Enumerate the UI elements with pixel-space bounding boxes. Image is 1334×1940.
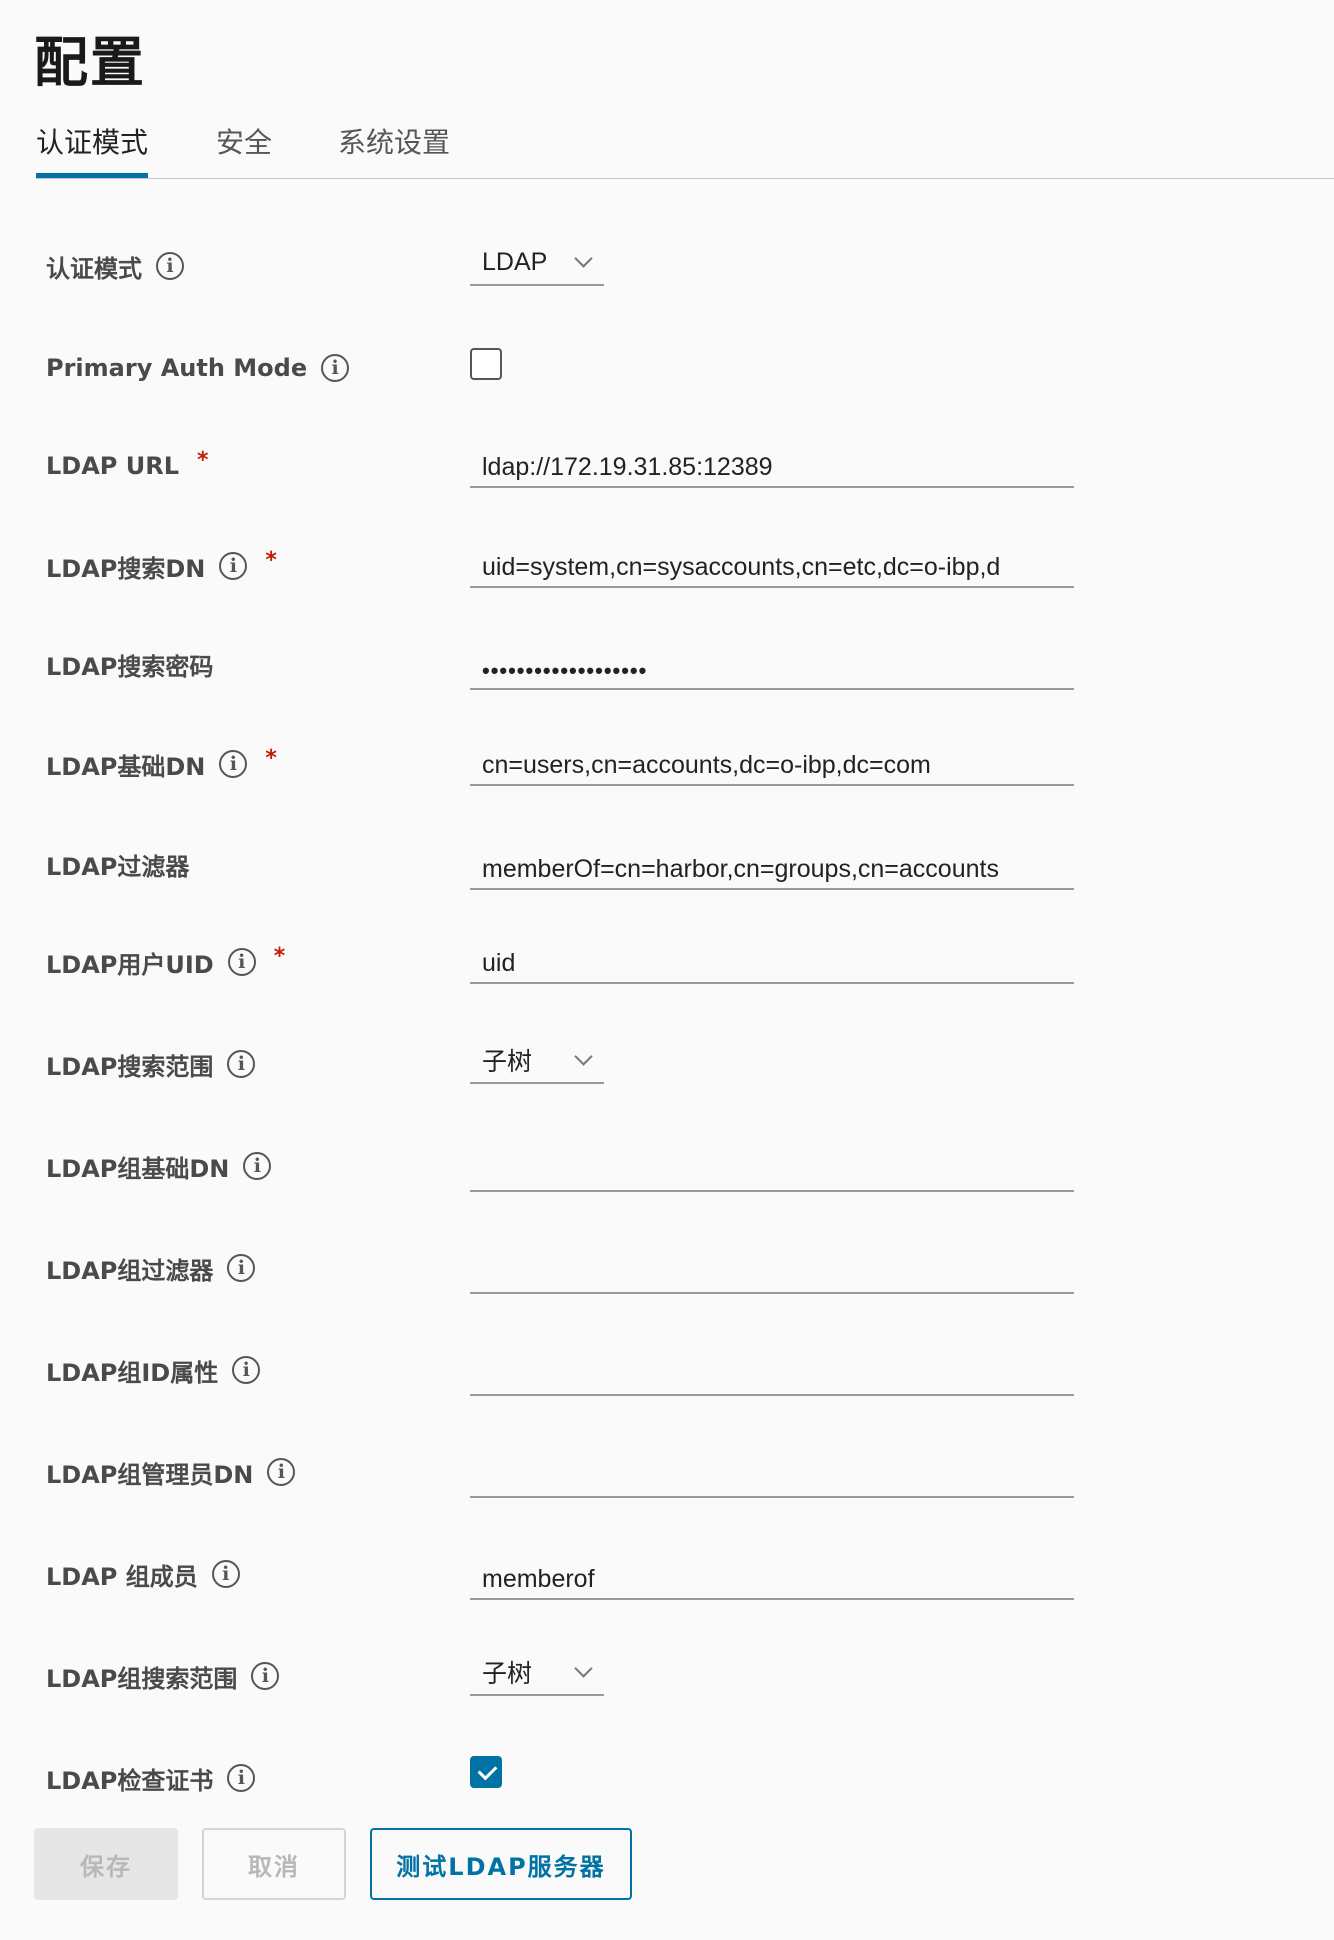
form-row-auth-mode: 认证模式 i LDAP	[0, 236, 1334, 296]
ldap-filter-input[interactable]: memberOf=cn=harbor,cn=groups,cn=accounts	[470, 846, 1074, 890]
ldap-search-password-input[interactable]: •••••••••••••••••••	[470, 646, 1074, 690]
ldap-group-scope-select[interactable]: 子树	[470, 1650, 604, 1696]
required-marker: *	[265, 547, 277, 573]
form-row-ldap-group-gid: LDAP组ID属性 i	[0, 1340, 1334, 1400]
save-button[interactable]: 保存	[34, 1828, 178, 1900]
chevron-down-icon	[574, 248, 593, 268]
chevron-down-icon	[574, 1046, 593, 1066]
info-icon[interactable]: i	[211, 1560, 240, 1588]
ldap-group-admin-dn-label: LDAP组管理员DN	[46, 1460, 254, 1489]
form-row-ldap-base-dn: LDAP基础DN i * cn=users,cn=accounts,dc=o-i…	[0, 734, 1334, 794]
ldap-search-password-label: LDAP搜索密码	[46, 652, 214, 681]
ldap-scope-label: LDAP搜索范围	[46, 1052, 214, 1081]
test-ldap-server-button[interactable]: 测试LDAP服务器	[370, 1828, 632, 1900]
info-icon[interactable]: i	[243, 1152, 272, 1180]
info-icon[interactable]: i	[267, 1458, 296, 1486]
required-marker: *	[273, 943, 286, 969]
primary-auth-mode-checkbox[interactable]	[470, 348, 502, 380]
info-icon[interactable]: i	[227, 1050, 256, 1078]
ldap-group-membership-input[interactable]: memberof	[470, 1556, 1074, 1600]
cancel-button[interactable]: 取消	[202, 1828, 346, 1900]
ldap-base-dn-input[interactable]: cn=users,cn=accounts,dc=o-ibp,dc=com	[470, 742, 1074, 786]
info-icon[interactable]: i	[251, 1662, 280, 1690]
required-marker: *	[197, 447, 209, 473]
tab-system-settings[interactable]: 系统设置	[338, 118, 450, 176]
info-icon[interactable]: i	[227, 1764, 256, 1792]
form-row-primary-auth-mode: Primary Auth Mode i	[0, 338, 1334, 398]
form-row-ldap-group-scope: LDAP组搜索范围 i 子树	[0, 1646, 1334, 1706]
ldap-search-dn-input[interactable]: uid=system,cn=sysaccounts,cn=etc,dc=o-ib…	[470, 544, 1074, 588]
ldap-base-dn-label: LDAP基础DN	[46, 752, 206, 781]
form-row-ldap-group-filter: LDAP组过滤器 i	[0, 1238, 1334, 1298]
info-icon[interactable]: i	[227, 1254, 256, 1282]
ldap-verify-cert-label: LDAP检查证书	[46, 1766, 214, 1795]
tab-security[interactable]: 安全	[216, 118, 272, 176]
form-row-ldap-url: LDAP URL * ldap://172.19.31.85:12389	[0, 436, 1334, 496]
info-icon[interactable]: i	[219, 750, 248, 778]
form-row-ldap-verify-cert: LDAP检查证书 i	[0, 1748, 1334, 1808]
ldap-url-label: LDAP URL	[46, 452, 179, 480]
info-icon[interactable]: i	[219, 552, 248, 580]
ldap-group-gid-input[interactable]	[470, 1352, 1074, 1396]
ldap-uid-label: LDAP用户UID	[46, 950, 214, 979]
form-row-ldap-group-membership: LDAP 组成员 i memberof	[0, 1544, 1334, 1604]
ldap-group-filter-input[interactable]	[470, 1250, 1074, 1294]
ldap-group-gid-label: LDAP组ID属性	[46, 1358, 219, 1387]
page-title: 配置	[34, 31, 146, 94]
ldap-url-input[interactable]: ldap://172.19.31.85:12389	[470, 444, 1074, 488]
form-row-ldap-group-admin-dn: LDAP组管理员DN i	[0, 1442, 1334, 1502]
ldap-search-dn-label: LDAP搜索DN	[46, 554, 206, 583]
primary-auth-mode-label: Primary Auth Mode	[46, 354, 308, 382]
ldap-group-base-dn-input[interactable]	[470, 1148, 1074, 1192]
auth-mode-label: 认证模式	[46, 254, 142, 283]
form-row-ldap-group-base-dn: LDAP组基础DN i	[0, 1136, 1334, 1196]
ldap-filter-label: LDAP过滤器	[46, 852, 190, 881]
ldap-group-base-dn-label: LDAP组基础DN	[46, 1154, 230, 1183]
ldap-verify-cert-checkbox[interactable]	[470, 1756, 502, 1788]
required-marker: *	[265, 745, 277, 771]
ldap-uid-input[interactable]: uid	[470, 940, 1074, 984]
chevron-down-icon	[574, 1658, 593, 1678]
ldap-group-membership-label: LDAP 组成员	[46, 1562, 198, 1591]
info-icon[interactable]: i	[227, 948, 256, 976]
ldap-group-scope-label: LDAP组搜索范围	[46, 1664, 238, 1693]
tab-auth-mode[interactable]: 认证模式	[36, 118, 149, 178]
auth-mode-select[interactable]: LDAP	[470, 240, 604, 286]
form-row-ldap-search-password: LDAP搜索密码 •••••••••••••••••••	[0, 634, 1334, 694]
ldap-scope-select[interactable]: 子树	[470, 1038, 604, 1084]
ldap-group-admin-dn-input[interactable]	[470, 1454, 1074, 1498]
info-icon[interactable]: i	[321, 354, 350, 382]
info-icon[interactable]: i	[156, 252, 184, 280]
form-row-ldap-search-dn: LDAP搜索DN i * uid=system,cn=sysaccounts,c…	[0, 536, 1334, 596]
ldap-group-filter-label: LDAP组过滤器	[46, 1256, 214, 1285]
form-row-ldap-scope: LDAP搜索范围 i 子树	[0, 1034, 1334, 1094]
info-icon[interactable]: i	[232, 1356, 261, 1384]
form-row-ldap-uid: LDAP用户UID i * uid	[0, 932, 1334, 992]
form-row-ldap-filter: LDAP过滤器 memberOf=cn=harbor,cn=groups,cn=…	[0, 834, 1334, 894]
tab-bar: 认证模式 安全 系统设置	[36, 118, 1334, 179]
